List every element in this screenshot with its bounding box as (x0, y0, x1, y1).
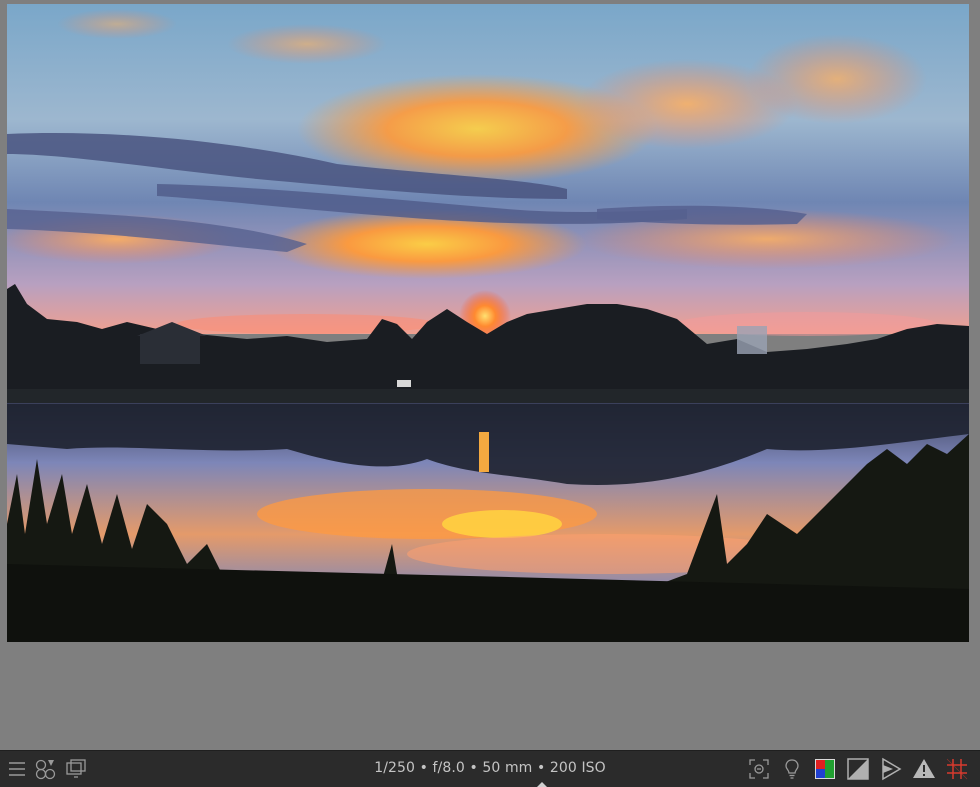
gamut-check-icon[interactable] (878, 756, 904, 782)
overexposure-warning-icon[interactable] (911, 756, 937, 782)
image-viewer (0, 0, 980, 750)
sunset-photo (7, 4, 969, 642)
bottom-toolbar: 1/250 • f/8.0 • 50 mm • 200 ISO (0, 750, 980, 787)
softproof-icon[interactable] (845, 756, 871, 782)
photo-preview[interactable] (7, 4, 969, 642)
focus-peaking-icon[interactable] (746, 756, 772, 782)
bulb-icon[interactable] (779, 756, 805, 782)
color-assessment-icon[interactable] (812, 756, 838, 782)
guides-icon[interactable] (944, 756, 970, 782)
panel-expand-caret-icon[interactable] (537, 782, 547, 787)
